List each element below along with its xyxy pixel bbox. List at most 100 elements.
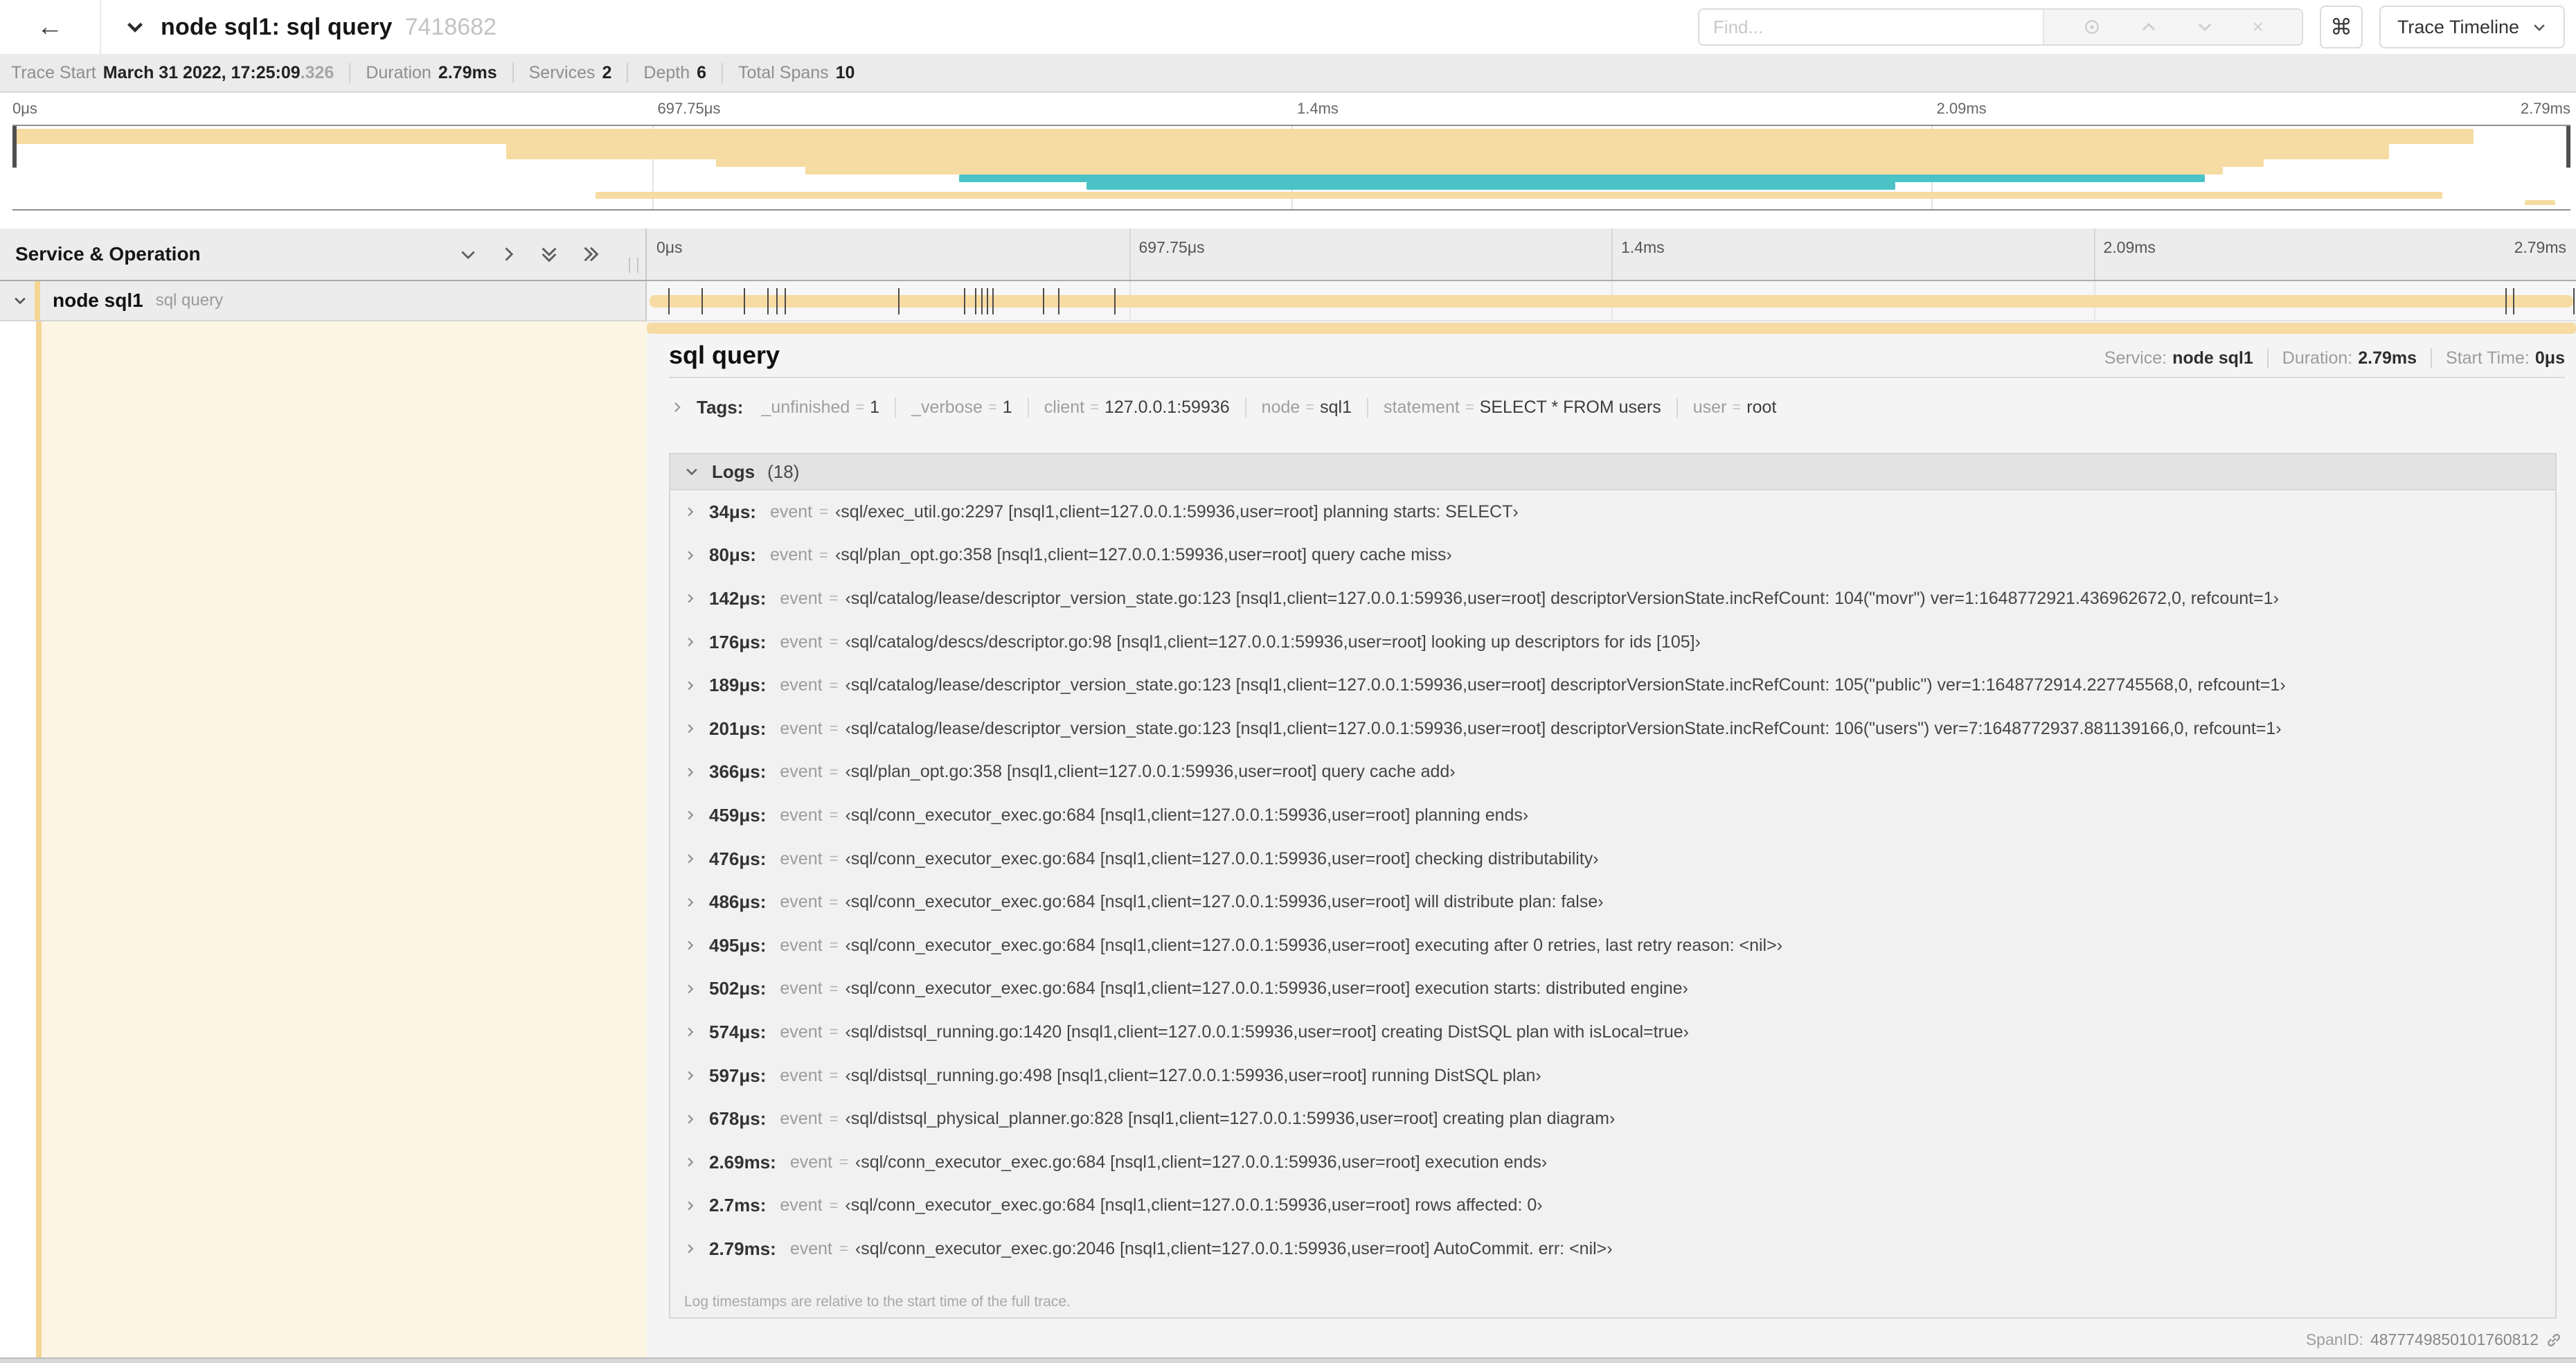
prev-match-chevron-up-icon[interactable] (2140, 18, 2158, 36)
chevron-right-icon[interactable] (684, 722, 697, 735)
chevron-right-icon[interactable] (684, 1242, 697, 1255)
chevron-right-icon[interactable] (684, 592, 697, 605)
expand-one-chevron-right-icon[interactable] (499, 244, 518, 264)
log-row[interactable]: 201μs: event = ‹sql/catalog/lease/descri… (684, 707, 2555, 751)
log-row[interactable]: 366μs: event = ‹sql/plan_opt.go:358 [nsq… (684, 751, 2555, 794)
chevron-right-icon[interactable] (684, 809, 697, 821)
keyboard-shortcuts-button[interactable]: ⌘ (2319, 6, 2363, 48)
find-input[interactable] (1699, 10, 2043, 44)
chevron-right-icon[interactable] (684, 939, 697, 952)
span-row-timeline-cell[interactable] (647, 281, 2576, 321)
minimap-span-bar (506, 144, 2389, 159)
span-row-node-sql1[interactable]: node sql1 sql query (0, 281, 2576, 321)
log-marker-tick[interactable] (1058, 288, 1060, 314)
log-row[interactable]: 2.69ms: event = ‹sql/conn_executor_exec.… (684, 1141, 2555, 1184)
collapse-one-chevron-down-icon[interactable] (458, 244, 478, 264)
log-marker-tick[interactable] (2512, 288, 2514, 314)
log-marker-tick[interactable] (963, 288, 965, 314)
log-row[interactable]: 80μs: event = ‹sql/plan_opt.go:358 [nsql… (684, 534, 2555, 578)
chevron-right-icon[interactable] (684, 506, 697, 518)
log-marker-tick[interactable] (784, 288, 786, 314)
logs-count: (18) (767, 461, 800, 482)
logs-header[interactable]: Logs (18) (670, 454, 2555, 490)
log-field-value: ‹sql/conn_executor_exec.go:684 [nsql1,cl… (855, 1152, 1548, 1172)
log-marker-tick[interactable] (767, 288, 769, 314)
log-row[interactable]: 34μs: event = ‹sql/exec_util.go:2297 [ns… (684, 490, 2555, 534)
log-field-value: ‹sql/plan_opt.go:358 [nsql1,client=127.0… (845, 762, 1456, 782)
log-marker-tick[interactable] (987, 288, 989, 314)
chevron-down-icon[interactable] (684, 464, 699, 479)
log-equals: = (829, 979, 839, 997)
log-marker-tick[interactable] (992, 288, 994, 314)
span-detail-panel: sql query Service: node sql1 Duration: 2… (647, 321, 2576, 1357)
chevron-right-icon[interactable] (684, 766, 697, 778)
column-resize-grip[interactable] (629, 258, 638, 273)
chevron-right-icon[interactable] (670, 400, 684, 414)
log-marker-tick[interactable] (2573, 288, 2575, 314)
log-field-value: ‹sql/catalog/lease/descriptor_version_st… (845, 675, 2286, 695)
ruler-tick: 2.09ms (2103, 238, 2156, 256)
tags-row[interactable]: Tags: _unfinished = 1 _verbose = 1 clien… (670, 392, 2565, 422)
log-field-value: ‹sql/exec_util.go:2297 [nsql1,client=127… (834, 501, 1519, 522)
log-row[interactable]: 574μs: event = ‹sql/distsql_running.go:1… (684, 1010, 2555, 1054)
tag-key: _verbose (911, 397, 983, 417)
locate-target-icon[interactable] (2082, 17, 2102, 37)
chevron-right-icon[interactable] (684, 1026, 697, 1038)
log-timestamp: 2.69ms: (709, 1151, 776, 1173)
back-arrow-icon[interactable]: ← (0, 0, 101, 54)
span-row-name-cell[interactable]: node sql1 sql query (0, 281, 647, 321)
log-marker-tick[interactable] (744, 288, 746, 314)
collapse-all-double-chevron-down-icon[interactable] (539, 244, 560, 265)
trace-view-selector[interactable]: Trace Timeline (2379, 6, 2565, 48)
link-icon[interactable] (2546, 1332, 2562, 1348)
log-marker-tick[interactable] (701, 288, 703, 314)
log-row[interactable]: 486μs: event = ‹sql/conn_executor_exec.g… (684, 880, 2555, 924)
chevron-right-icon[interactable] (684, 896, 697, 909)
chevron-right-icon[interactable] (684, 1200, 697, 1212)
clear-search-icon[interactable]: × (2252, 16, 2263, 38)
log-row[interactable]: 459μs: event = ‹sql/conn_executor_exec.g… (684, 794, 2555, 837)
log-marker-tick[interactable] (1042, 288, 1044, 314)
log-marker-tick[interactable] (668, 288, 670, 314)
log-timestamp: 597μs: (709, 1064, 767, 1086)
tag-key: client (1044, 397, 1085, 417)
chevron-right-icon[interactable] (684, 1156, 697, 1168)
log-marker-tick[interactable] (1113, 288, 1116, 314)
log-timestamp: 176μs: (709, 631, 767, 652)
log-row[interactable]: 597μs: event = ‹sql/distsql_running.go:4… (684, 1054, 2555, 1098)
header: ← node sql1: sql query 7418682 Find... ×… (0, 0, 2576, 54)
chevron-right-icon[interactable] (684, 1113, 697, 1125)
log-marker-tick[interactable] (2505, 288, 2507, 314)
log-row[interactable]: 495μs: event = ‹sql/conn_executor_exec.g… (684, 924, 2555, 968)
log-row[interactable]: 476μs: event = ‹sql/conn_executor_exec.g… (684, 837, 2555, 881)
log-row[interactable]: 189μs: event = ‹sql/catalog/lease/descri… (684, 663, 2555, 707)
log-row[interactable]: 2.7ms: event = ‹sql/conn_executor_exec.g… (684, 1184, 2555, 1228)
minimap-left-scrubber[interactable] (12, 126, 17, 168)
chevron-down-icon[interactable] (125, 17, 145, 37)
log-row[interactable]: 142μs: event = ‹sql/catalog/lease/descri… (684, 577, 2555, 621)
log-marker-tick[interactable] (776, 288, 778, 314)
collapse-span-chevron-down-icon[interactable] (12, 293, 28, 308)
log-row[interactable]: 2.79ms: event = ‹sql/conn_executor_exec.… (684, 1227, 2555, 1271)
log-row[interactable]: 176μs: event = ‹sql/catalog/descs/descri… (684, 621, 2555, 664)
minimap-right-scrubber[interactable] (2566, 126, 2570, 168)
chevron-right-icon[interactable] (684, 1069, 697, 1082)
chevron-right-icon[interactable] (684, 549, 697, 562)
span-duration-bar[interactable] (650, 295, 2573, 308)
chevron-right-icon[interactable] (684, 853, 697, 865)
minimap-span-bar (1086, 182, 1895, 190)
log-equals: = (839, 1153, 848, 1171)
chevron-right-icon[interactable] (684, 983, 697, 995)
log-equals: = (819, 503, 828, 521)
log-marker-tick[interactable] (897, 288, 900, 314)
trace-minimap[interactable] (12, 125, 2570, 211)
expand-all-double-chevron-right-icon[interactable] (580, 244, 601, 265)
next-match-chevron-down-icon[interactable] (2196, 18, 2214, 36)
chevron-right-icon[interactable] (684, 636, 697, 648)
log-row[interactable]: 502μs: event = ‹sql/conn_executor_exec.g… (684, 968, 2555, 1011)
log-row[interactable]: 678μs: event = ‹sql/distsql_physical_pla… (684, 1097, 2555, 1141)
chevron-right-icon[interactable] (684, 679, 697, 692)
minimap-tick: 0μs (12, 100, 37, 117)
log-marker-tick[interactable] (975, 288, 977, 314)
log-marker-tick[interactable] (981, 288, 983, 314)
